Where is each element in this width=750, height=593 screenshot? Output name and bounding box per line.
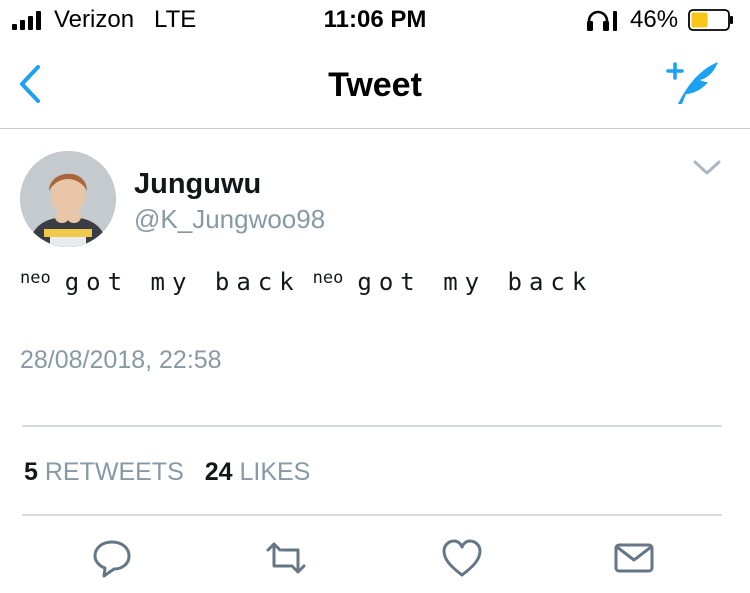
tweet-text-prefix: neo xyxy=(20,268,51,288)
retweet-icon[interactable] xyxy=(264,536,308,580)
divider xyxy=(22,514,722,516)
author-handle[interactable]: @K_Jungwoo98 xyxy=(134,204,325,235)
status-bar: Verizon LTE 11:06 PM 46% xyxy=(0,0,750,40)
divider xyxy=(22,425,722,427)
battery-icon xyxy=(688,9,733,31)
tweet-text-words: got my back xyxy=(357,268,594,296)
likes-label[interactable]: LIKES xyxy=(239,458,310,486)
retweets-count[interactable]: 5 xyxy=(24,458,38,486)
tweet-text-words: got my back xyxy=(64,268,301,296)
tweet-text-prefix: neo xyxy=(312,268,344,288)
like-icon[interactable] xyxy=(440,536,484,580)
tweet-timestamp: 28/08/2018, 22:58 xyxy=(20,346,222,374)
battery-percent: 46% xyxy=(630,6,679,33)
retweets-label[interactable]: RETWEETS xyxy=(45,458,184,486)
compose-tweet-icon[interactable] xyxy=(664,58,722,106)
avatar-photo xyxy=(20,151,116,247)
reply-icon[interactable] xyxy=(90,536,134,580)
avatar[interactable] xyxy=(20,151,116,247)
tweet-stats: 5 RETWEETS 24 LIKES xyxy=(24,458,324,487)
page-title: Tweet xyxy=(328,66,422,104)
tweet-text: neo got my back neo got my back xyxy=(20,268,605,296)
likes-count[interactable]: 24 xyxy=(205,458,233,486)
author-display-name[interactable]: Junguwu xyxy=(134,168,261,201)
direct-message-icon[interactable] xyxy=(612,536,656,580)
headphones-icon xyxy=(587,10,617,31)
chevron-down-icon[interactable] xyxy=(692,158,722,178)
nav-bar: Tweet xyxy=(0,40,750,129)
